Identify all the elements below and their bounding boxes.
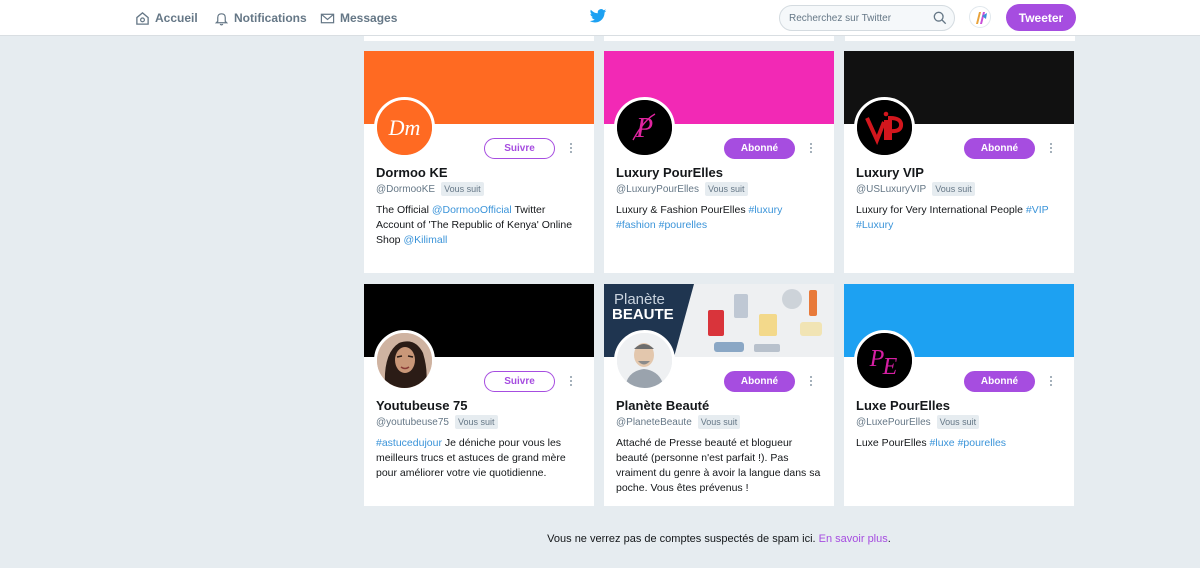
luxury-vip-logo-icon[interactable]: [854, 97, 915, 158]
user-card[interactable]: P Abonné Luxury PourElles @LuxuryPourEll…: [604, 51, 834, 273]
banner-text-beaute: BEAUTE: [612, 306, 674, 323]
nav-notifications[interactable]: Notifications: [214, 0, 307, 36]
bio-link[interactable]: #Luxury: [856, 219, 893, 231]
bio-text: Attaché de Presse beauté et blogueur bea…: [616, 437, 821, 494]
profile-name[interactable]: Dormoo KE: [376, 165, 448, 180]
bio-link[interactable]: @DormooOfficial: [432, 204, 512, 216]
profile-handle[interactable]: @USLuxuryVIP: [856, 184, 926, 195]
luxe-pourelles-logo-icon[interactable]: P E: [854, 330, 915, 391]
follows-you-badge: Vous suit: [936, 415, 980, 429]
following-button[interactable]: Abonné: [724, 138, 795, 159]
follow-button[interactable]: Suivre: [484, 371, 555, 392]
bio-link[interactable]: #VIP: [1026, 204, 1049, 216]
nav-notifications-label: Notifications: [234, 11, 307, 25]
learn-more-link[interactable]: En savoir plus: [819, 533, 888, 545]
bio-link[interactable]: #luxury: [748, 204, 782, 216]
handle-row: @youtubeuse75 Vous suit: [376, 415, 498, 429]
bio-text: Luxury for Very International People: [856, 204, 1026, 216]
handle-row: @DormooKE Vous suit: [376, 182, 484, 196]
handle-row: @LuxePourElles Vous suit: [856, 415, 980, 429]
tweet-button[interactable]: Tweeter: [1006, 4, 1076, 31]
nav-messages[interactable]: Messages: [320, 0, 397, 36]
follows-you-badge: Vous suit: [441, 182, 484, 196]
profile-bio: Attaché de Presse beauté et blogueur bea…: [616, 436, 822, 496]
profile-handle[interactable]: @DormooKE: [376, 184, 435, 195]
follows-you-badge: Vous suit: [697, 415, 741, 429]
nav-home-label: Accueil: [155, 11, 198, 25]
follows-you-badge: Vous suit: [704, 182, 748, 196]
home-icon: [136, 11, 149, 25]
user-card[interactable]: Abonné Luxury VIP @USLuxuryVIP Vous suit…: [844, 51, 1074, 273]
profile-bio: Luxe PourElles #luxe #pourelles: [856, 436, 1062, 451]
profile-name[interactable]: Planète Beauté: [616, 398, 709, 413]
nav-home[interactable]: Accueil: [135, 0, 198, 36]
bio-link[interactable]: #pourelles: [958, 437, 1006, 449]
follows-you-badge: Vous suit: [932, 182, 975, 196]
top-navigation-bar: Accueil Notifications Messages Recherche…: [0, 0, 1200, 36]
follows-you-badge: Vous suit: [454, 415, 498, 429]
profile-handle[interactable]: @LuxuryPourElles: [616, 184, 699, 195]
svg-text:Dm: Dm: [388, 115, 421, 140]
handle-row: @PlaneteBeaute Vous suit: [616, 415, 741, 429]
man-illustration-icon[interactable]: [614, 330, 675, 391]
bio-link[interactable]: @Kilimall: [403, 234, 447, 246]
bio-link[interactable]: #fashion: [616, 219, 656, 231]
more-options-icon[interactable]: [1047, 374, 1055, 389]
bio-link[interactable]: #astucedujour: [376, 437, 442, 449]
search-box: [779, 5, 955, 31]
previous-row-cards-edge: [364, 36, 1075, 41]
person-photo-icon[interactable]: [374, 330, 435, 391]
luxury-pourelles-logo-icon[interactable]: P: [614, 97, 675, 158]
following-button[interactable]: Abonné: [724, 371, 795, 392]
profile-bio: Luxury & Fashion PourElles #luxury #fash…: [616, 203, 822, 233]
bio-text: The Official: [376, 204, 432, 216]
following-button[interactable]: Abonné: [964, 371, 1035, 392]
search-icon[interactable]: [933, 11, 947, 25]
handle-row: @LuxuryPourElles Vous suit: [616, 182, 748, 196]
envelope-icon: [320, 13, 335, 23]
profile-name[interactable]: Luxe PourElles: [856, 398, 950, 413]
search-input[interactable]: [789, 11, 929, 26]
profile-bio: Luxury for Very International People #VI…: [856, 203, 1062, 233]
bio-link[interactable]: #luxe: [930, 437, 955, 449]
profile-bio: The Official @DormooOfficial Twitter Acc…: [376, 203, 582, 248]
profile-handle[interactable]: @youtubeuse75: [376, 417, 449, 428]
more-options-icon[interactable]: [807, 374, 815, 389]
svg-text:E: E: [882, 354, 898, 380]
profile-name[interactable]: Luxury PourElles: [616, 165, 723, 180]
spam-notice: Vous ne verrez pas de comptes suspectés …: [0, 533, 1200, 545]
following-button[interactable]: Abonné: [964, 138, 1035, 159]
profile-bio: #astucedujour Je déniche pour vous les m…: [376, 436, 582, 481]
handle-row: @USLuxuryVIP Vous suit: [856, 182, 975, 196]
profile-handle[interactable]: @PlaneteBeaute: [616, 417, 692, 428]
bio-link[interactable]: #pourelles: [659, 219, 707, 231]
bio-text: Luxury & Fashion PourElles: [616, 204, 749, 216]
spam-notice-text: Vous ne verrez pas de comptes suspectés …: [547, 533, 819, 545]
nav-messages-label: Messages: [340, 11, 398, 25]
user-card[interactable]: P E Abonné Luxe PourElles @LuxePourElles…: [844, 284, 1074, 506]
dormoo-logo-icon[interactable]: Dm: [374, 97, 435, 158]
more-options-icon[interactable]: [567, 141, 575, 156]
profile-name[interactable]: Luxury VIP: [856, 165, 924, 180]
user-card[interactable]: Planète BEAUTE Abonné Planète Beauté @Pl…: [604, 284, 834, 506]
spam-notice-end: .: [887, 533, 891, 545]
more-options-icon[interactable]: [807, 141, 815, 156]
more-options-icon[interactable]: [567, 374, 575, 389]
follow-button[interactable]: Suivre: [484, 138, 555, 159]
more-options-icon[interactable]: [1047, 141, 1055, 156]
account-avatar[interactable]: [969, 6, 991, 28]
twitter-bird-icon[interactable]: [589, 9, 607, 29]
profile-name[interactable]: Youtubeuse 75: [376, 398, 468, 413]
bell-icon: [214, 12, 229, 25]
profile-handle[interactable]: @LuxePourElles: [856, 417, 931, 428]
user-card[interactable]: Suivre Youtubeuse 75 @youtubeuse75 Vous …: [364, 284, 594, 506]
user-card[interactable]: Dm Suivre Dormoo KE @DormooKE Vous suit …: [364, 51, 594, 273]
bio-text: Luxe PourElles: [856, 437, 930, 449]
